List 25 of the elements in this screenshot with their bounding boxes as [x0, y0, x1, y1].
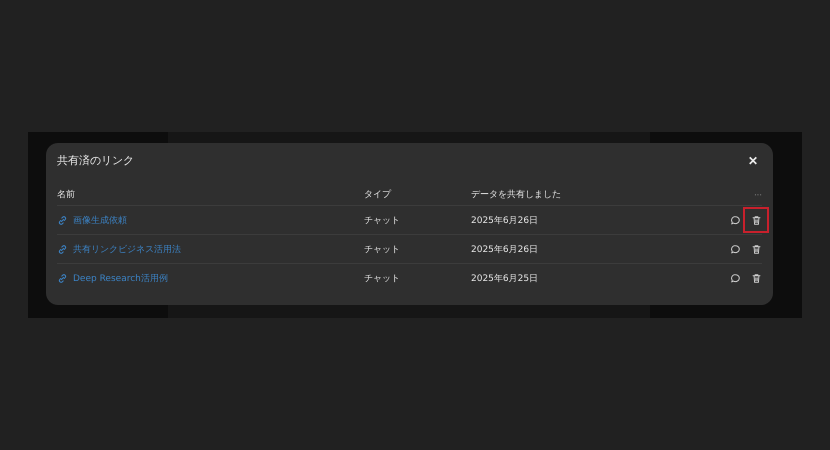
close-button[interactable]: ✕ — [744, 152, 762, 170]
table-cell-text: 2025年6月26日 — [471, 244, 540, 256]
link-icon — [57, 244, 68, 254]
link-icon — [57, 272, 68, 284]
table-cell-text: チャット — [364, 214, 401, 226]
chat-bubble-icon[interactable] — [729, 272, 742, 284]
table-cell-text: チャット — [364, 244, 401, 256]
column-header: 名前 — [57, 188, 76, 201]
link-icon — [57, 214, 68, 226]
delete-button[interactable] — [743, 207, 769, 233]
column-header: データを共有しました — [471, 188, 562, 201]
table-cell-text: チャット — [364, 272, 401, 284]
link[interactable]: Deep Research活用例 — [73, 272, 168, 284]
trash-icon — [750, 244, 762, 254]
trash-icon — [750, 214, 762, 226]
chat-bubble-icon[interactable] — [729, 242, 742, 256]
trash-icon — [750, 272, 762, 284]
table-cell-text: 2025年6月26日 — [471, 214, 540, 226]
dialog-title: 共有済のリンク — [57, 153, 134, 168]
table-cell-text: 2025年6月25日 — [471, 272, 540, 284]
more-button[interactable]: ··· — [754, 190, 762, 199]
chat-bubble-icon[interactable] — [729, 214, 742, 226]
link[interactable]: 画像生成依頼 — [73, 214, 127, 226]
column-header: タイプ — [364, 188, 392, 201]
link[interactable]: 共有リンクビジネス活用法 — [73, 242, 181, 256]
